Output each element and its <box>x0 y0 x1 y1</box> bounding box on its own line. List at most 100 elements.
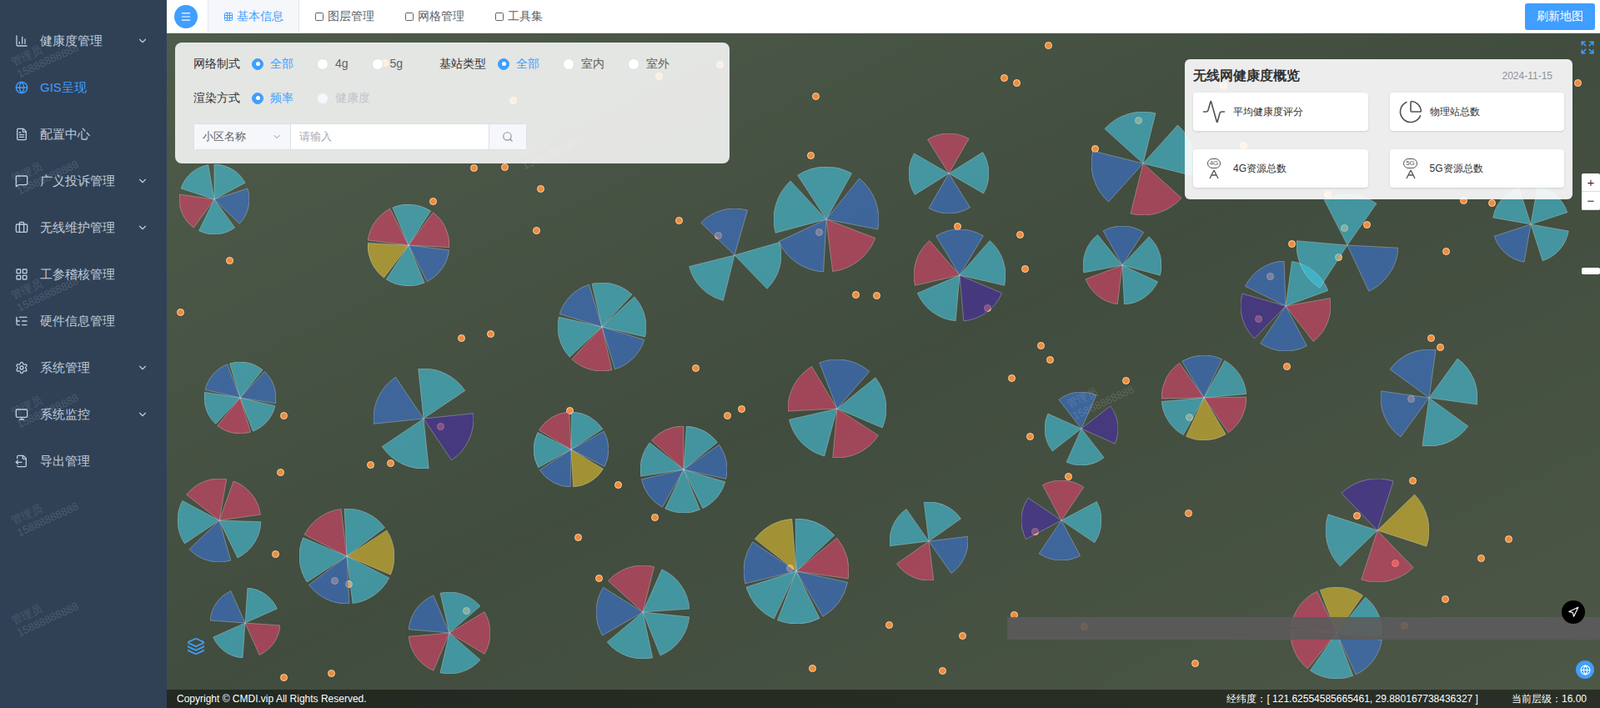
tab[interactable]: 工具集 <box>479 0 558 33</box>
cell-sector[interactable] <box>1086 265 1124 305</box>
cell-sector[interactable] <box>777 571 820 624</box>
search-input[interactable] <box>290 124 489 150</box>
cell-site[interactable] <box>640 426 728 513</box>
cell-sector[interactable] <box>923 501 961 542</box>
cell-site[interactable] <box>1091 111 1195 216</box>
station-dot[interactable] <box>1046 356 1054 364</box>
cell-sector[interactable] <box>928 536 969 573</box>
cell-site[interactable] <box>557 282 647 372</box>
station-dot[interactable] <box>457 334 466 342</box>
station-dot[interactable] <box>808 664 817 673</box>
cell-sector[interactable] <box>1324 194 1377 246</box>
cell-sector[interactable] <box>179 194 215 228</box>
radio-circle[interactable] <box>251 92 264 105</box>
station-dot[interactable] <box>280 411 288 420</box>
cell-sector[interactable] <box>418 368 466 419</box>
station-dot[interactable] <box>176 308 185 316</box>
station-dot[interactable] <box>532 226 541 235</box>
cell-site[interactable] <box>773 166 879 272</box>
cell-sector[interactable] <box>1067 428 1105 466</box>
overview-card[interactable]: 4G4G资源总数 <box>1193 149 1369 188</box>
station-dot[interactable] <box>1488 199 1496 207</box>
cell-sector[interactable] <box>948 152 989 194</box>
station-dot[interactable] <box>1283 362 1291 371</box>
station-dot[interactable] <box>1064 472 1073 481</box>
station-dot[interactable] <box>614 481 622 489</box>
cell-sector[interactable] <box>1038 520 1080 561</box>
cell-site[interactable] <box>1161 355 1247 441</box>
radio-option[interactable]: 全部 <box>251 55 294 73</box>
help-button[interactable] <box>1575 660 1595 679</box>
station-dot[interactable] <box>1363 220 1371 229</box>
station-dot[interactable] <box>486 330 495 338</box>
station-dot[interactable] <box>501 163 509 171</box>
cell-sector[interactable] <box>240 371 276 404</box>
station-dot[interactable] <box>953 222 962 231</box>
overview-card[interactable]: 平均健康度评分 <box>1193 92 1369 131</box>
station-dot[interactable] <box>1122 376 1130 385</box>
station-dot[interactable] <box>386 459 395 467</box>
cell-sector[interactable] <box>180 164 215 199</box>
cell-sector[interactable] <box>1422 397 1469 447</box>
cell-sector[interactable] <box>689 255 735 301</box>
cell-site[interactable] <box>1021 480 1102 561</box>
radio-circle[interactable] <box>251 58 264 71</box>
cell-sector[interactable] <box>754 519 797 572</box>
station-dot[interactable] <box>812 92 820 101</box>
sidebar-item[interactable]: 工参稽核管理 <box>0 250 167 298</box>
cell-site[interactable] <box>179 164 250 235</box>
station-dot[interactable] <box>327 669 336 678</box>
station-dot[interactable] <box>1436 343 1445 352</box>
cell-sector[interactable] <box>826 178 879 230</box>
cell-sector[interactable] <box>571 431 609 467</box>
station-dot[interactable] <box>1191 659 1199 668</box>
radio-circle[interactable] <box>562 58 575 71</box>
radio-option[interactable]: 频率 <box>251 89 294 107</box>
cell-site[interactable] <box>908 133 989 214</box>
cell-sector[interactable] <box>1389 349 1436 398</box>
station-dot[interactable] <box>1021 265 1029 273</box>
cell-sector[interactable] <box>204 392 241 425</box>
cell-site[interactable] <box>1083 225 1162 305</box>
sidebar-item[interactable]: 无线维护管理 <box>0 204 167 251</box>
radio-option[interactable]: 室外 <box>627 55 670 73</box>
map[interactable]: 管理员15888888888管理员15888888888管理员158888888… <box>166 33 1600 708</box>
radio-circle[interactable] <box>371 58 384 71</box>
station-dot[interactable] <box>938 667 947 675</box>
cell-sector[interactable] <box>1494 224 1531 262</box>
cell-site[interactable] <box>210 587 281 658</box>
cell-site[interactable] <box>1296 194 1399 296</box>
station-dot[interactable] <box>1504 535 1513 543</box>
radio-option[interactable]: 4g <box>316 55 349 73</box>
station-dot[interactable] <box>574 533 582 542</box>
station-dot[interactable] <box>1353 511 1361 520</box>
station-dot[interactable] <box>595 574 603 582</box>
tab[interactable]: 网格管理 <box>389 0 480 33</box>
refresh-map-button[interactable]: 刷新地图 <box>1524 3 1595 31</box>
cell-sector[interactable] <box>408 632 450 671</box>
sidebar-item[interactable]: 硬件信息管理 <box>0 297 167 345</box>
cell-site[interactable] <box>1044 391 1119 466</box>
station-dot[interactable] <box>536 185 545 193</box>
cell-sector[interactable] <box>245 587 277 623</box>
cell-sector[interactable] <box>1530 224 1569 261</box>
station-dot[interactable] <box>225 256 234 265</box>
tab[interactable]: 基本信息 <box>207 0 300 33</box>
cell-sector[interactable] <box>205 364 241 398</box>
cell-sector[interactable] <box>701 208 748 256</box>
cell-sector[interactable] <box>591 282 632 327</box>
station-dot[interactable] <box>276 468 285 477</box>
cell-sector[interactable] <box>344 508 386 557</box>
station-dot[interactable] <box>872 291 881 300</box>
station-dot[interactable] <box>1026 432 1034 441</box>
cell-sector[interactable] <box>832 408 879 458</box>
radio-option[interactable]: 5g <box>371 55 404 73</box>
cell-sector[interactable] <box>423 413 474 461</box>
overview-card[interactable]: 物理站总数 <box>1389 92 1565 131</box>
station-dot[interactable] <box>737 405 746 413</box>
cell-sector[interactable] <box>210 590 246 622</box>
station-dot[interactable] <box>723 411 732 420</box>
cell-site[interactable] <box>408 591 491 674</box>
station-dot[interactable] <box>470 164 478 172</box>
cell-sector[interactable] <box>1130 163 1182 216</box>
